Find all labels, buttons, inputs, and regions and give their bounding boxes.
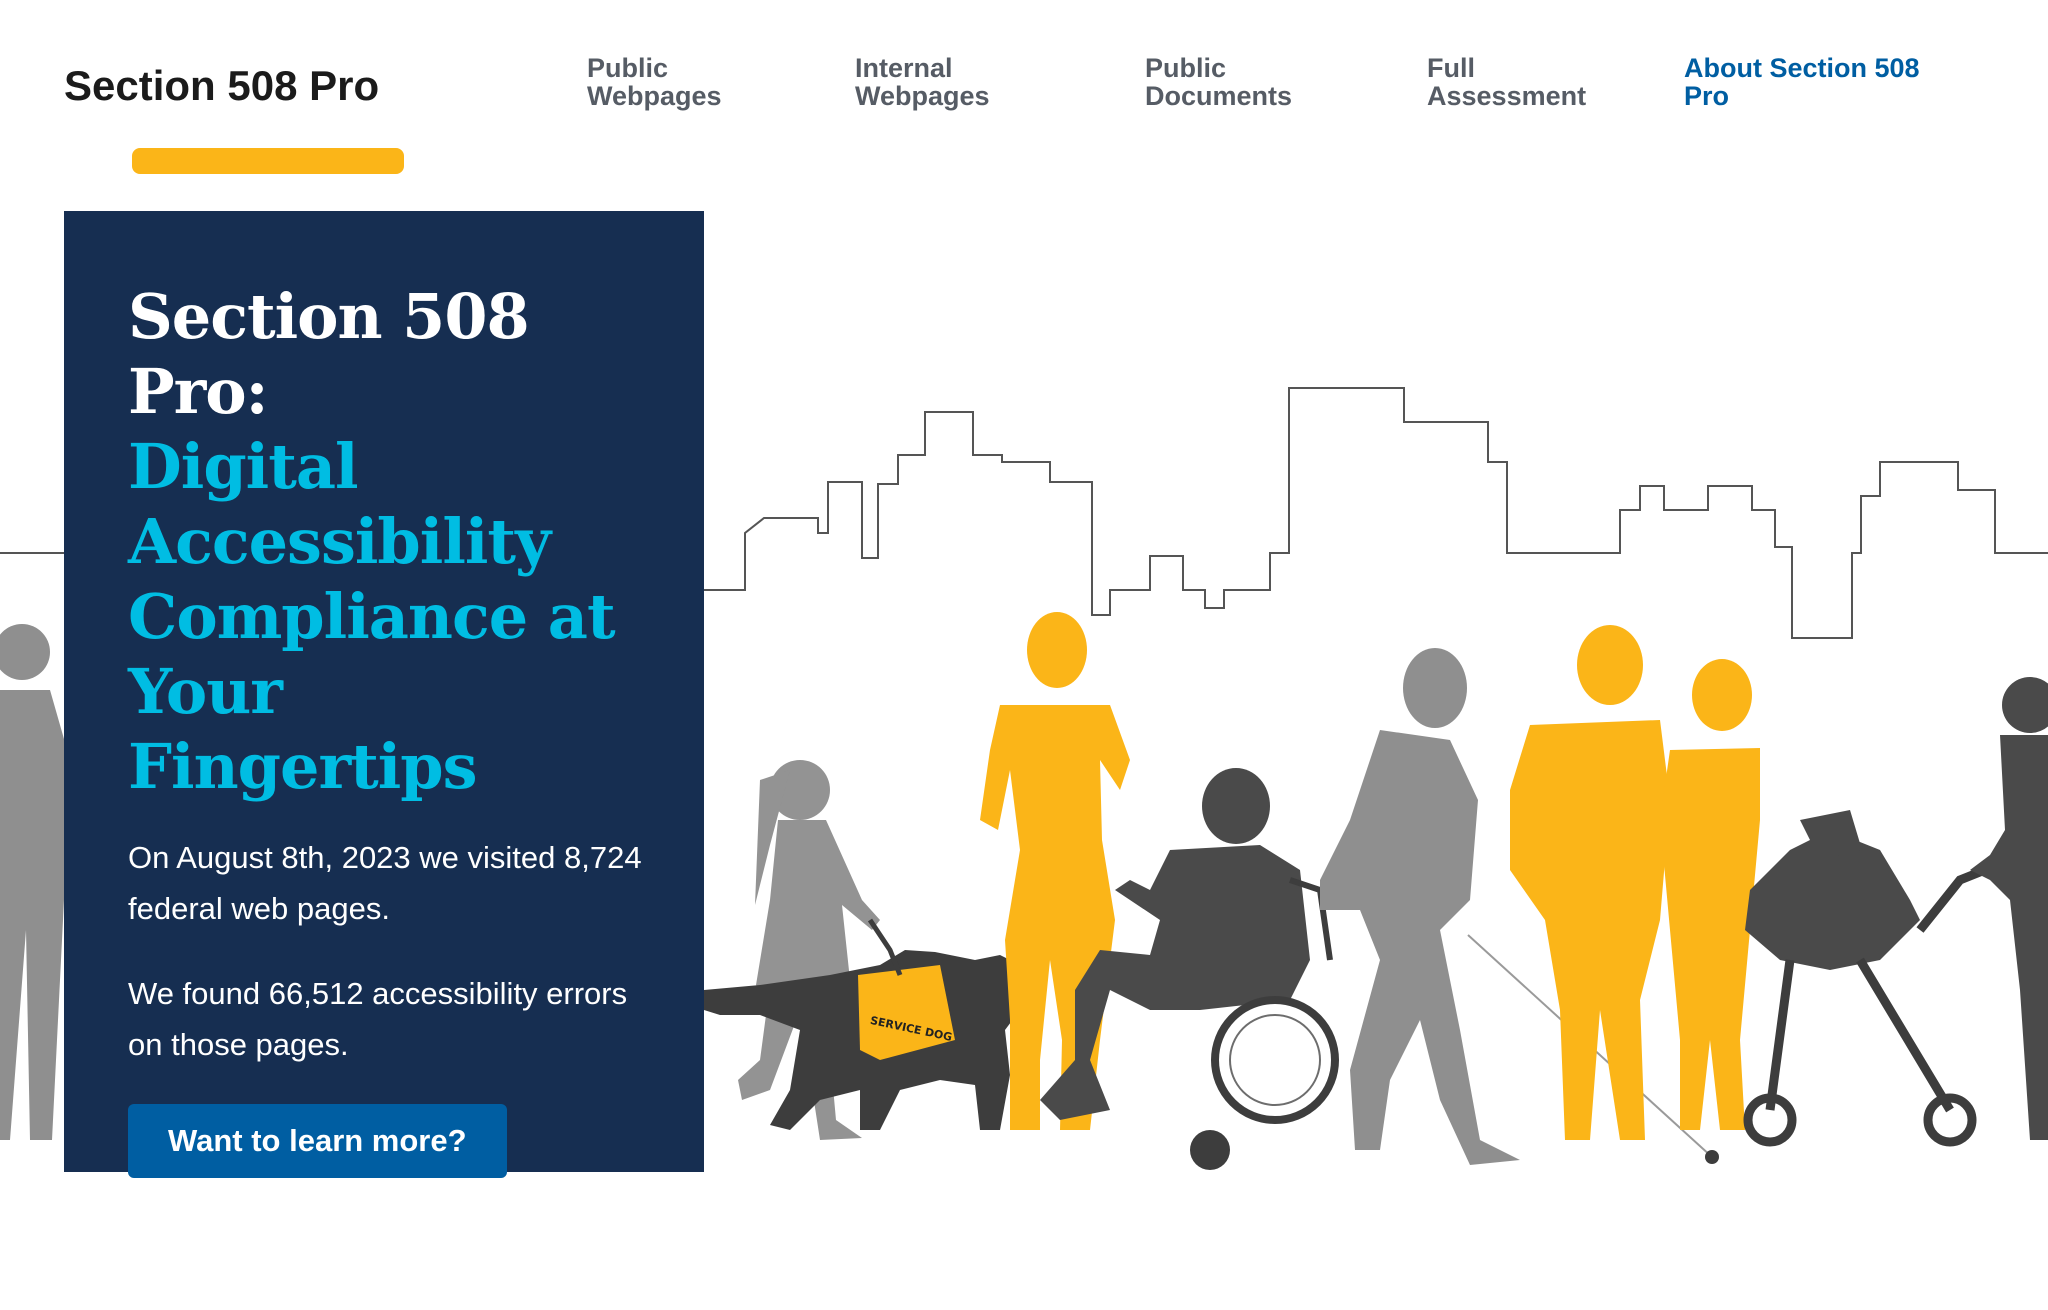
hero-paragraph-errors: We found 66,512 accessibility errors on … xyxy=(128,976,628,1062)
hero-heading-main: Section 508 Pro: xyxy=(128,280,530,428)
person-walking-left-silhouette xyxy=(0,624,70,1140)
person-with-stroller-silhouette xyxy=(1743,677,2048,1147)
hero-paragraph-visited: On August 8th, 2023 we visited 8,724 fed… xyxy=(128,840,642,926)
learn-more-button[interactable]: Want to learn more? xyxy=(128,1104,507,1178)
service-dog-silhouette: SERVICE DOG xyxy=(704,918,1045,1130)
hero-heading: Section 508 Pro: Digital Accessibility C… xyxy=(128,279,642,804)
hero-card: Section 508 Pro: Digital Accessibility C… xyxy=(64,211,704,1178)
hero-heading-accent: Digital Accessibility Compliance at Your… xyxy=(128,430,616,803)
couple-yellow-silhouette xyxy=(1510,625,1760,1140)
